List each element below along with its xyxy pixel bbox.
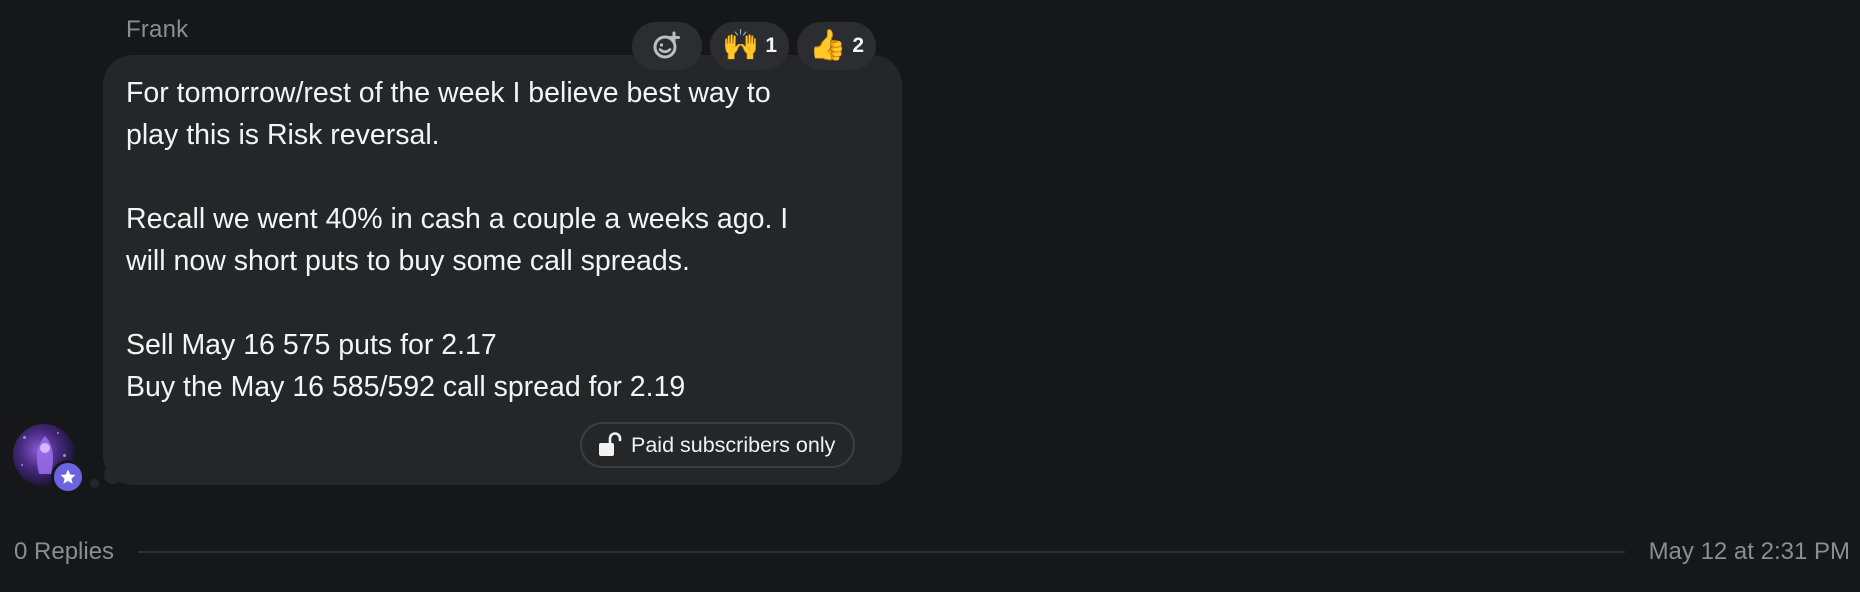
paid-badge-label: Paid subscribers only (631, 432, 836, 457)
thumbs-up-emoji: 👍 (809, 29, 847, 62)
message-body: For tomorrow/rest of the week I believe … (126, 72, 866, 408)
unlock-icon (599, 432, 622, 456)
sender-name: Frank (126, 16, 189, 43)
reaction-thumbs-up[interactable]: 👍 2 (797, 22, 877, 70)
bubble-tail (104, 466, 122, 484)
message-timestamp: May 12 at 2:31 PM (1648, 538, 1850, 565)
raised-hands-emoji: 🙌 (722, 29, 760, 62)
bubble-tail-dot (90, 479, 99, 488)
replies-link[interactable]: 0 Replies (14, 538, 114, 566)
message-paragraph: Sell May 16 575 puts for 2.17 Buy the Ma… (126, 329, 686, 403)
star-icon (60, 469, 76, 484)
add-emoji-icon (653, 31, 680, 59)
reaction-count: 1 (765, 34, 778, 57)
paid-subscribers-badge[interactable]: Paid subscribers only (580, 422, 856, 468)
reaction-count: 2 (852, 34, 865, 57)
star-badge (51, 460, 85, 494)
message-thread: Frank For tomorrow/rest of the week I be… (0, 0, 1860, 592)
reaction-raised-hands[interactable]: 🙌 1 (710, 22, 790, 70)
add-reaction-button[interactable] (632, 22, 702, 70)
message-paragraph: For tomorrow/rest of the week I believe … (126, 77, 771, 151)
footer-divider (138, 551, 1625, 553)
message-paragraph: Recall we went 40% in cash a couple a we… (126, 203, 789, 277)
message-footer: 0 Replies May 12 at 2:31 PM (14, 538, 1850, 566)
reactions-bar: 🙌 1 👍 2 (632, 22, 877, 70)
